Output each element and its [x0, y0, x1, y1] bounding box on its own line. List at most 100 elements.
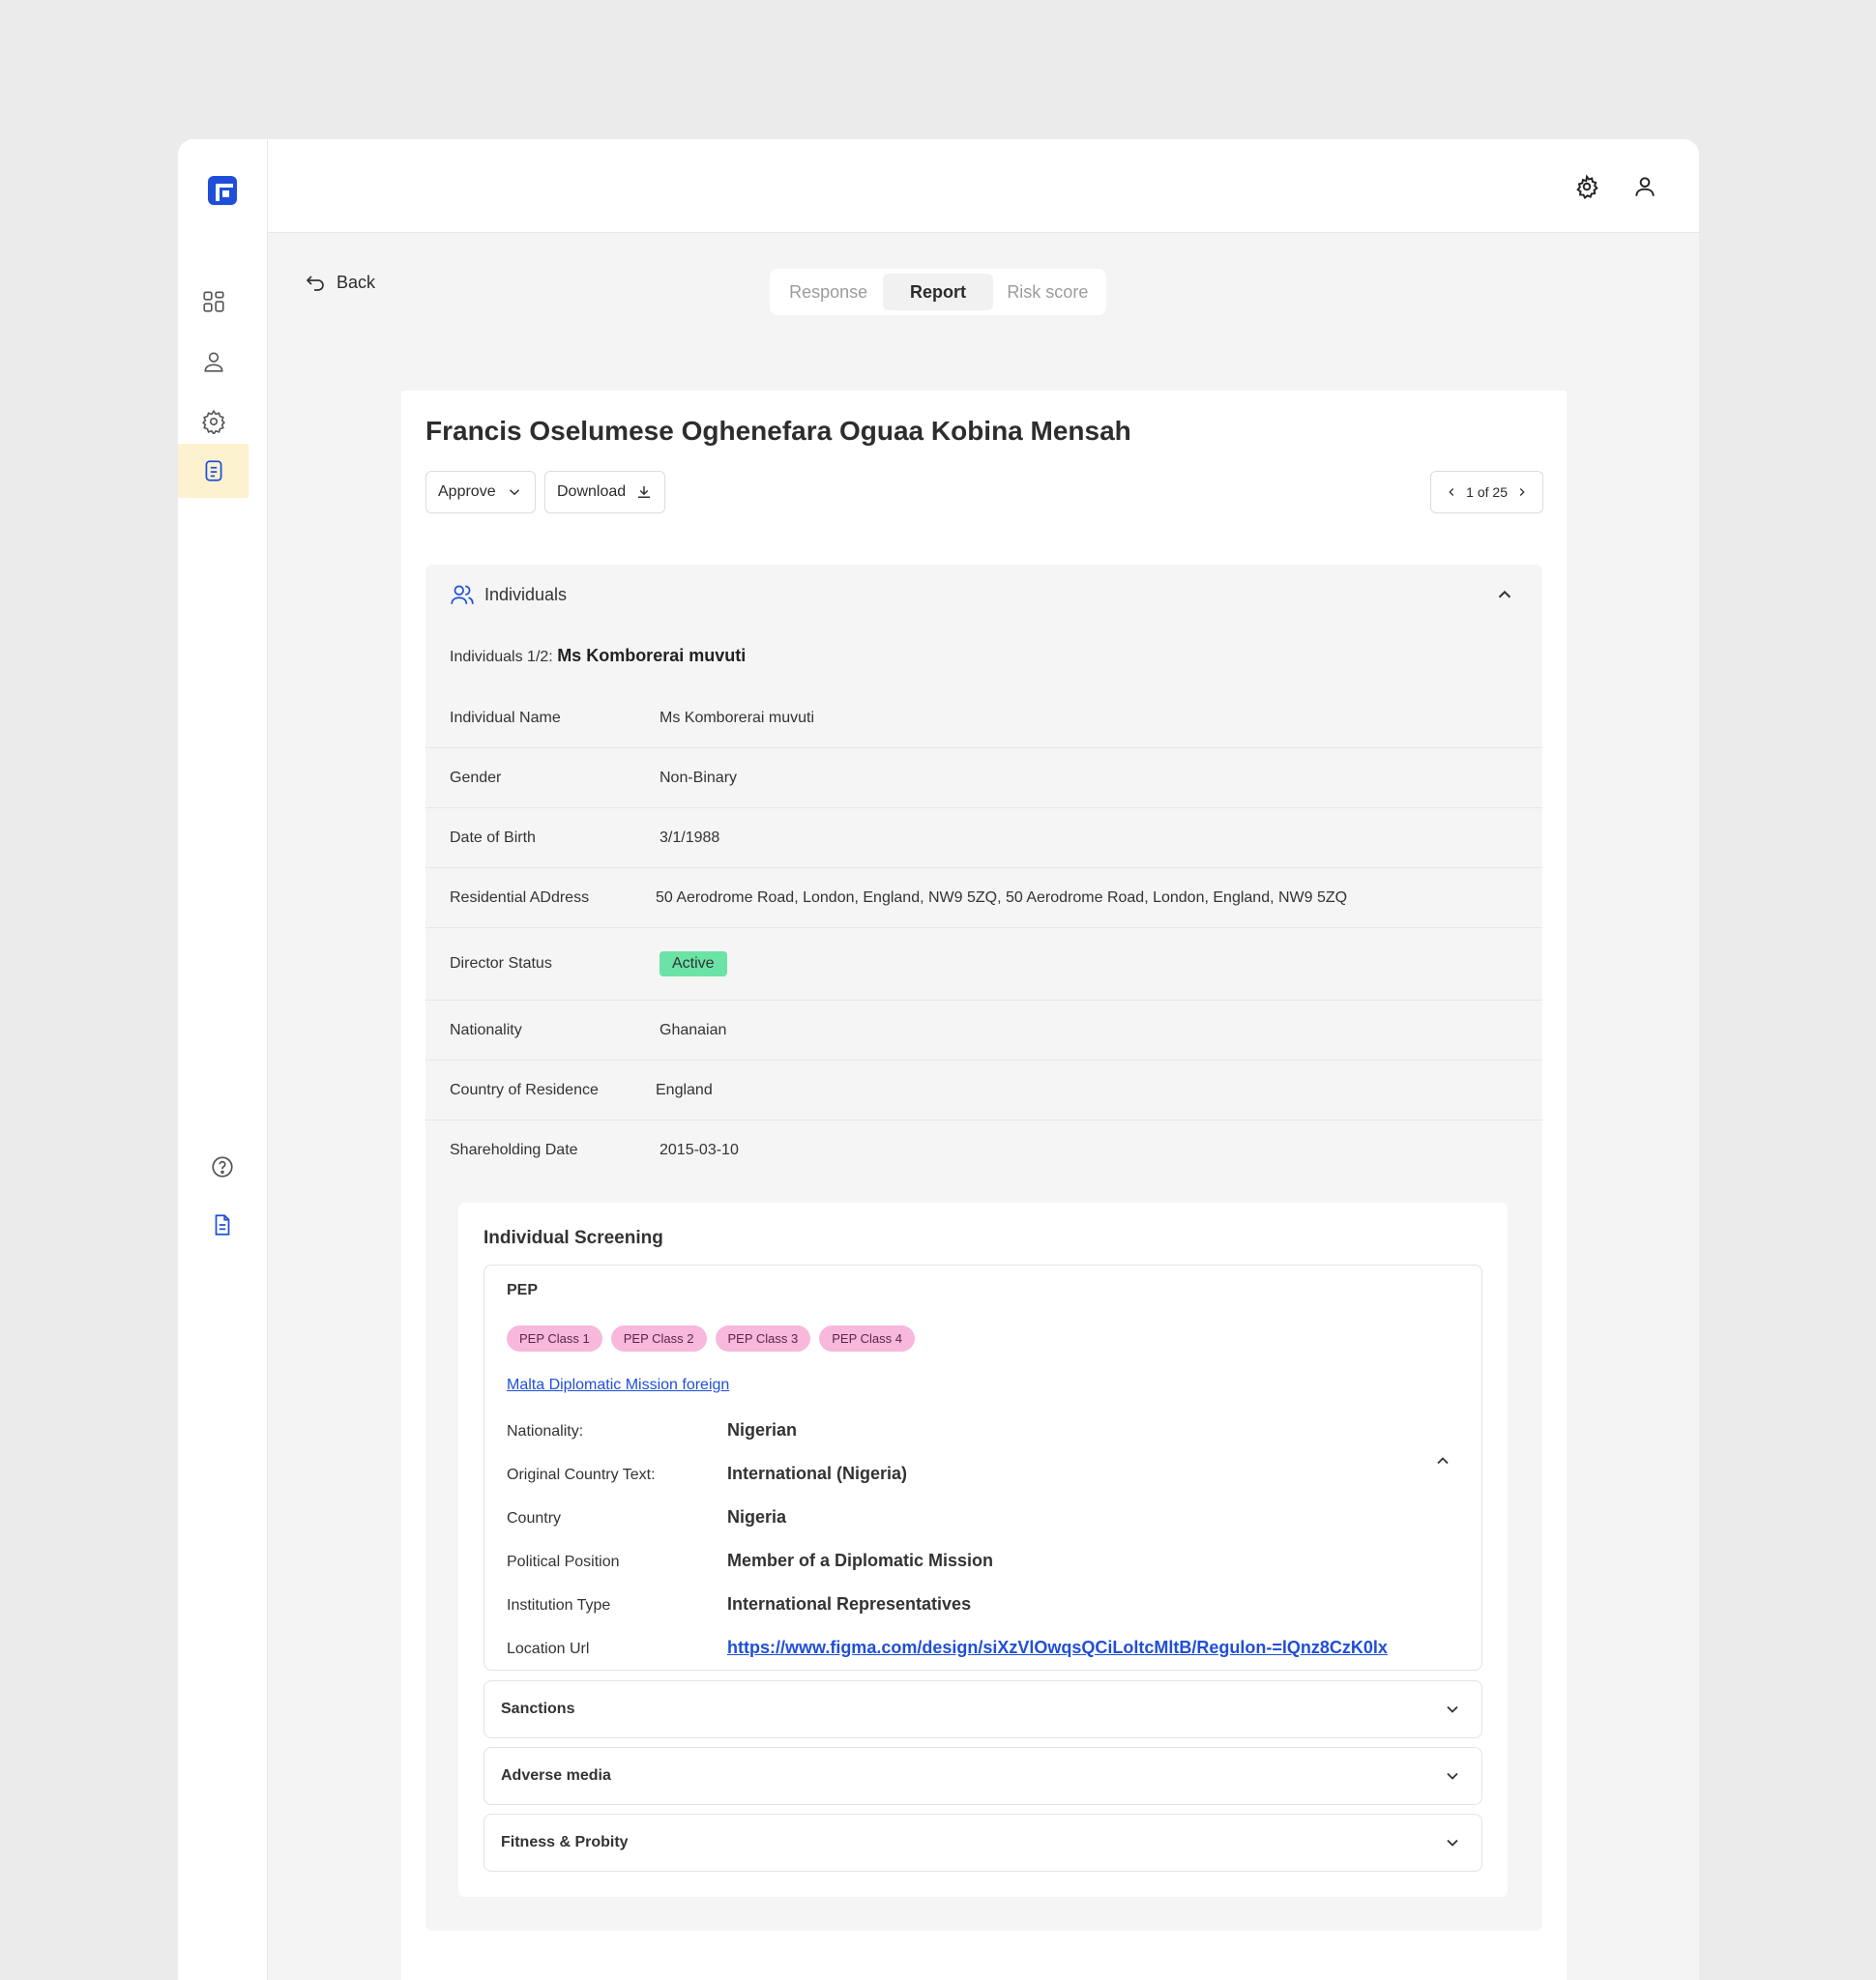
field-label: Individual Name: [450, 709, 561, 726]
field-value: 2015-03-10: [660, 1142, 739, 1158]
settings-button[interactable]: [1572, 172, 1601, 201]
download-button[interactable]: Download: [544, 471, 666, 513]
section-title: Individuals: [484, 584, 568, 604]
report-card: Francis Oselumese Oghenefara Oguaa Kobin…: [401, 391, 1567, 1980]
sidebar-item-help[interactable]: [187, 1140, 257, 1194]
field-value: 3/1/1988: [660, 829, 720, 846]
field-value: Ms Komborerai muvuti: [660, 709, 815, 726]
app-logo[interactable]: [208, 176, 237, 205]
approve-dropdown[interactable]: Approve: [425, 471, 536, 513]
gear-icon: [1576, 174, 1598, 199]
individual-counter: Individuals 1/2:: [450, 649, 558, 665]
individual-screening: Individual Screening PEP PEP Class 1 PEP…: [458, 1203, 1508, 1897]
detail-value: International (Nigeria): [727, 1464, 908, 1483]
field-row: Shareholding Date 2015-03-10: [425, 1121, 1542, 1180]
individuals-header[interactable]: Individuals: [450, 582, 567, 607]
pep-chip: PEP Class 1: [507, 1325, 602, 1352]
chevron-down-icon: [509, 489, 519, 496]
accordion-label: Sanctions: [501, 1701, 575, 1717]
tab-response[interactable]: Response: [774, 274, 883, 310]
detail-value: Nigerian: [727, 1420, 798, 1440]
pep-chip: PEP Class 2: [610, 1325, 707, 1352]
top-bar: [268, 139, 1699, 233]
field-label: Gender: [450, 769, 502, 786]
pep-panel: PEP PEP Class 1 PEP Class 2 PEP Class 3 …: [484, 1265, 1482, 1671]
accordion-label: Fitness & Probity: [501, 1834, 629, 1850]
detail-label: Original Country Text:: [507, 1467, 656, 1483]
individuals-section: Individuals Individuals 1/2: Ms Komborer…: [425, 565, 1542, 1931]
pep-detail-row: Country Nigeria: [507, 1505, 1464, 1534]
help-icon: [211, 1156, 233, 1178]
profile-button[interactable]: [1630, 172, 1659, 201]
chevron-down-icon: [1447, 1772, 1458, 1780]
sidebar-item-settings[interactable]: [178, 394, 249, 449]
pagination: 1 of 25: [1430, 471, 1543, 513]
back-button[interactable]: Back: [304, 271, 375, 294]
sanctions-accordion[interactable]: Sanctions: [484, 1680, 1482, 1738]
status-badge: Active: [660, 951, 727, 976]
detail-label: Political Position: [507, 1554, 620, 1570]
sidebar-item-users[interactable]: [178, 335, 249, 389]
sidebar-item-reports[interactable]: [178, 444, 249, 498]
approve-label: Approve: [438, 483, 496, 500]
app-window: Back Response Report Risk score Francis …: [178, 139, 1699, 1980]
chevron-left-icon[interactable]: [1445, 485, 1458, 499]
pep-detail-row: Political Position Member of a Diplomati…: [507, 1549, 1464, 1578]
pep-chip: PEP Class 4: [819, 1325, 915, 1352]
field-value: 50 Aerodrome Road, London, England, NW9 …: [656, 888, 1348, 906]
back-label: Back: [337, 272, 376, 292]
field-row: Country of Residence England: [425, 1061, 1542, 1121]
sidebar-item-dashboard[interactable]: [178, 275, 249, 329]
field-row: Director Status Active: [425, 928, 1542, 1001]
detail-label: Nationality:: [507, 1423, 584, 1440]
pep-chip: PEP Class 3: [715, 1325, 811, 1352]
detail-value: Nigeria: [727, 1507, 787, 1527]
field-row: Individual Name Ms Komborerai muvuti: [425, 688, 1542, 748]
field-label: Country of Residence: [450, 1081, 599, 1098]
field-row: Residential ADdress 50 Aerodrome Road, L…: [425, 868, 1542, 928]
detail-label: Institution Type: [507, 1597, 611, 1614]
chevron-down-icon: [1447, 1705, 1458, 1713]
pep-match-link[interactable]: Malta Diplomatic Mission foreign: [507, 1377, 729, 1394]
sidebar-item-documents[interactable]: [187, 1198, 257, 1252]
chevron-up-icon[interactable]: [1494, 584, 1515, 605]
field-row: Gender Non-Binary: [425, 748, 1542, 808]
field-value: Non-Binary: [660, 769, 738, 786]
pep-title: PEP: [507, 1282, 539, 1298]
field-label: Director Status: [450, 955, 552, 972]
tab-risk-score[interactable]: Risk score: [993, 274, 1102, 310]
individual-name-heading: Ms Komborerai muvuti: [557, 646, 747, 665]
screening-title: Individual Screening: [484, 1228, 663, 1248]
individual-subheading: Individuals 1/2: Ms Komborerai muvuti: [450, 646, 746, 666]
dashboard-icon: [202, 291, 224, 312]
document-icon: [215, 1214, 229, 1236]
adverse-media-accordion[interactable]: Adverse media: [484, 1747, 1482, 1805]
tab-report[interactable]: Report: [883, 274, 993, 310]
pep-detail-row: Institution Type International Represent…: [507, 1592, 1464, 1621]
report-icon: [205, 460, 221, 481]
fitness-probity-accordion[interactable]: Fitness & Probity: [484, 1814, 1482, 1872]
field-label: Residential ADdress: [450, 888, 590, 906]
settings-cog-icon: [201, 409, 225, 434]
page-title: Francis Oselumese Oghenefara Oguaa Kobin…: [425, 416, 1131, 446]
download-icon: [638, 486, 651, 498]
field-row: Nationality Ghanaian: [425, 1001, 1542, 1061]
chevron-down-icon: [1447, 1839, 1458, 1847]
field-row: Date of Birth 3/1/1988: [425, 808, 1542, 868]
location-url-link[interactable]: https://www.figma.com/design/siXzVlOwqsQ…: [727, 1638, 1388, 1658]
pep-detail-row: Nationality: Nigerian: [507, 1418, 1464, 1447]
detail-label: Country: [507, 1510, 562, 1527]
pep-class-chips: PEP Class 1 PEP Class 2 PEP Class 3 PEP …: [507, 1325, 915, 1352]
user-icon: [204, 352, 222, 372]
pep-detail-row: Original Country Text: International (Ni…: [507, 1462, 1464, 1491]
back-arrow-icon: [306, 276, 324, 291]
download-label: Download: [557, 483, 627, 500]
page-indicator: 1 of 25: [1466, 484, 1508, 500]
field-value: England: [656, 1081, 713, 1098]
field-value: Ghanaian: [660, 1021, 727, 1038]
detail-value: International Representatives: [727, 1594, 972, 1614]
chevron-right-icon[interactable]: [1515, 485, 1529, 499]
pep-detail-row: Location Url https://www.figma.com/desig…: [507, 1636, 1464, 1665]
field-label: Date of Birth: [450, 829, 536, 846]
accordion-label: Adverse media: [501, 1767, 611, 1784]
